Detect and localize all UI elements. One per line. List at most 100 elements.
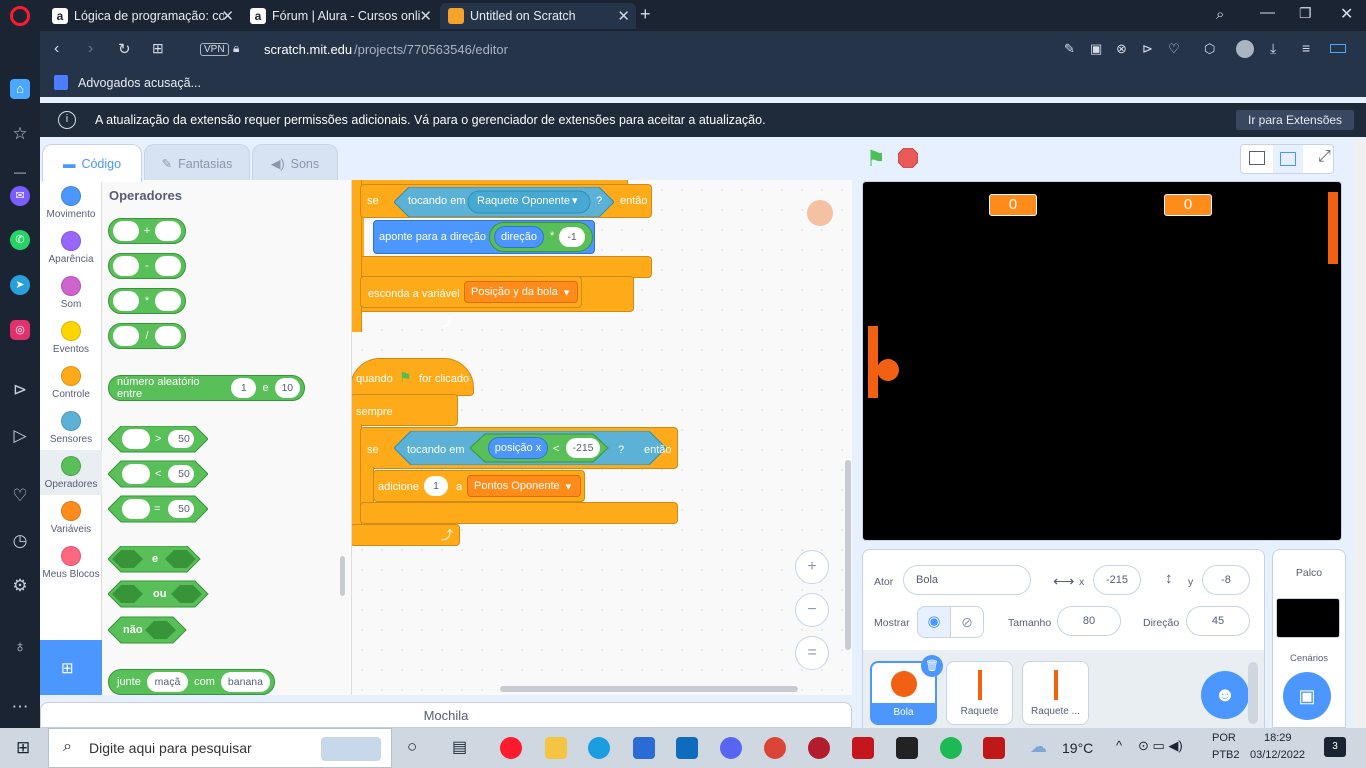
weather-icon[interactable]: ☁ [1030, 737, 1047, 757]
bookmark-heart-icon[interactable]: ♡ [1168, 41, 1180, 57]
cube-icon[interactable]: ⬡ [1204, 41, 1215, 57]
minimize-icon[interactable]: — [1260, 4, 1275, 21]
dropdown-caret-icon[interactable]: ▾ [572, 194, 578, 207]
opera-logo-icon[interactable] [10, 6, 30, 26]
recorder-icon[interactable] [852, 737, 874, 759]
category-looks[interactable]: Aparência [40, 225, 102, 270]
code-area[interactable]: se tocando em Raquete Oponente ▾ ? então… [352, 180, 852, 695]
instagram-icon[interactable]: ◎ [10, 320, 30, 340]
star-icon[interactable]: ☆ [10, 124, 30, 144]
vertical-scrollbar[interactable] [845, 460, 851, 650]
sprite-item-paddle[interactable]: Raquete [946, 661, 1013, 725]
add-backdrop-button[interactable]: ▣ [1283, 672, 1331, 720]
mail-icon[interactable] [676, 737, 698, 759]
show-eye-icon[interactable]: ◉ [917, 606, 951, 638]
sticky-notes-icon[interactable] [896, 737, 918, 759]
x-limit-input[interactable]: -215 [566, 438, 600, 458]
neg-one-input[interactable]: -1 [559, 227, 585, 247]
spotify-icon[interactable] [940, 737, 962, 759]
new-tab-button[interactable]: + [640, 4, 651, 25]
direction-reporter[interactable]: direção [494, 226, 544, 248]
vpn-badge[interactable]: VPN [200, 43, 229, 56]
divide-block[interactable]: / [108, 323, 186, 349]
send-icon[interactable]: ▷ [10, 426, 30, 446]
taskbar-search-box[interactable]: ⌕ Digite aqui para pesquisar [48, 728, 392, 768]
settings-icon[interactable]: ⚙ [10, 576, 30, 596]
forward-icon[interactable]: › [88, 40, 93, 58]
bookmark-item[interactable]: Advogados acusaçã... [78, 76, 201, 90]
random-block[interactable]: número aleatório entre 1 e 10 [108, 375, 305, 401]
multiply-block[interactable]: * [108, 288, 186, 314]
messenger-icon[interactable]: ✉ [10, 186, 30, 206]
hide-variable-dropdown[interactable]: Posição y da bola ▾ [464, 281, 578, 303]
category-sound[interactable]: Som [40, 270, 102, 315]
opera-taskbar-icon[interactable] [500, 737, 522, 759]
tabs-grid-icon[interactable]: ⊞ [152, 40, 164, 57]
heart-icon[interactable]: ♡ [10, 486, 30, 506]
x-position-reporter[interactable]: posição x [488, 437, 548, 459]
fullscreen-icon[interactable]: ⤢ [1318, 148, 1331, 166]
clock-time[interactable]: 18:29 [1264, 732, 1292, 744]
tab-costumes[interactable]: ✎ Fantasias [144, 144, 250, 182]
windows-start-icon[interactable]: ⊞ [16, 738, 30, 758]
back-icon[interactable]: ‹ [54, 40, 59, 58]
easy-setup-icon[interactable]: ≡ [1302, 40, 1310, 56]
share-icon[interactable]: ⊳ [1142, 41, 1153, 57]
url-host[interactable]: scratch.mit.edu [264, 42, 352, 57]
chrome-icon[interactable] [764, 737, 786, 759]
tray-chevron-icon[interactable]: ^ [1116, 738, 1122, 753]
edit-icon[interactable]: ✎ [1064, 41, 1075, 57]
close-tab-icon[interactable]: ✕ [617, 7, 630, 25]
subtract-block[interactable]: - [108, 253, 186, 279]
sprite-item-opponent-paddle[interactable]: Raquete ... [1022, 661, 1089, 725]
notifications-icon[interactable]: 3 [1324, 737, 1346, 757]
stage-selector[interactable]: Palco Cenários ▣ [1272, 549, 1346, 728]
add-extension-button[interactable]: ⊞ [40, 640, 102, 695]
camera-icon[interactable]: ▣ [1090, 41, 1102, 57]
category-control[interactable]: Controle [40, 360, 102, 405]
clock-date[interactable]: 03/12/2022 [1250, 749, 1305, 761]
tray-icons[interactable]: ⊙ ▭ ◀) [1138, 738, 1183, 754]
category-sensing[interactable]: Sensores [40, 405, 102, 450]
small-stage-icon[interactable] [1249, 151, 1265, 165]
block-icon[interactable]: ⊗ [1116, 41, 1127, 57]
category-my-blocks[interactable]: Meus Blocos [40, 540, 102, 585]
player-icon[interactable]: ⊳ [10, 380, 30, 400]
page-scrollbar[interactable] [1354, 140, 1366, 728]
palette-scrollbar[interactable] [340, 556, 345, 596]
sprite-name-field[interactable]: Bola [903, 565, 1031, 595]
size-field[interactable]: 80 [1057, 606, 1121, 636]
sprite-list-scrollbar[interactable] [1248, 662, 1258, 724]
zoom-reset-button[interactable]: = [795, 636, 829, 670]
add-amount-input[interactable]: 1 [424, 476, 448, 496]
telegram-icon[interactable]: ➤ [10, 275, 30, 295]
horizontal-scrollbar[interactable] [500, 686, 798, 692]
stage-canvas[interactable]: 0 0 [862, 181, 1342, 541]
restore-icon[interactable]: ❐ [1299, 5, 1312, 22]
direction-field[interactable]: 45 [1186, 606, 1250, 636]
stop-button[interactable] [898, 148, 918, 168]
category-variables[interactable]: Variáveis [40, 495, 102, 540]
hide-eye-icon[interactable]: ⊘ [950, 606, 984, 638]
url-path[interactable]: /projects/770563546/editor [354, 42, 508, 57]
weather-temp[interactable]: 19°C [1062, 740, 1093, 756]
download-icon[interactable]: ⤓ [1270, 40, 1276, 57]
zoom-in-button[interactable]: + [795, 550, 829, 584]
store-icon[interactable] [633, 737, 655, 759]
mcafee-icon[interactable] [983, 737, 1005, 759]
battery-icon[interactable] [1330, 44, 1346, 53]
cortana-icon[interactable]: ○ [407, 737, 417, 757]
green-flag-button[interactable]: ⚑ [866, 146, 886, 172]
x-field[interactable]: -215 [1093, 565, 1141, 595]
reload-icon[interactable]: ↻ [118, 40, 131, 58]
y-field[interactable]: -8 [1202, 565, 1250, 595]
add-sprite-button[interactable]: ☻ [1201, 671, 1249, 719]
profile-avatar[interactable] [1236, 40, 1254, 58]
game-icon[interactable] [808, 737, 830, 759]
tab-code[interactable]: ▬ Código [42, 144, 142, 182]
sprite-item-ball[interactable]: Bola 🗑︎ [870, 655, 943, 725]
add-block[interactable]: + [108, 218, 186, 244]
close-tab-icon[interactable]: ✕ [419, 7, 432, 25]
delete-sprite-icon[interactable]: 🗑︎ [921, 655, 943, 677]
whatsapp-icon[interactable]: ✆ [10, 230, 30, 250]
